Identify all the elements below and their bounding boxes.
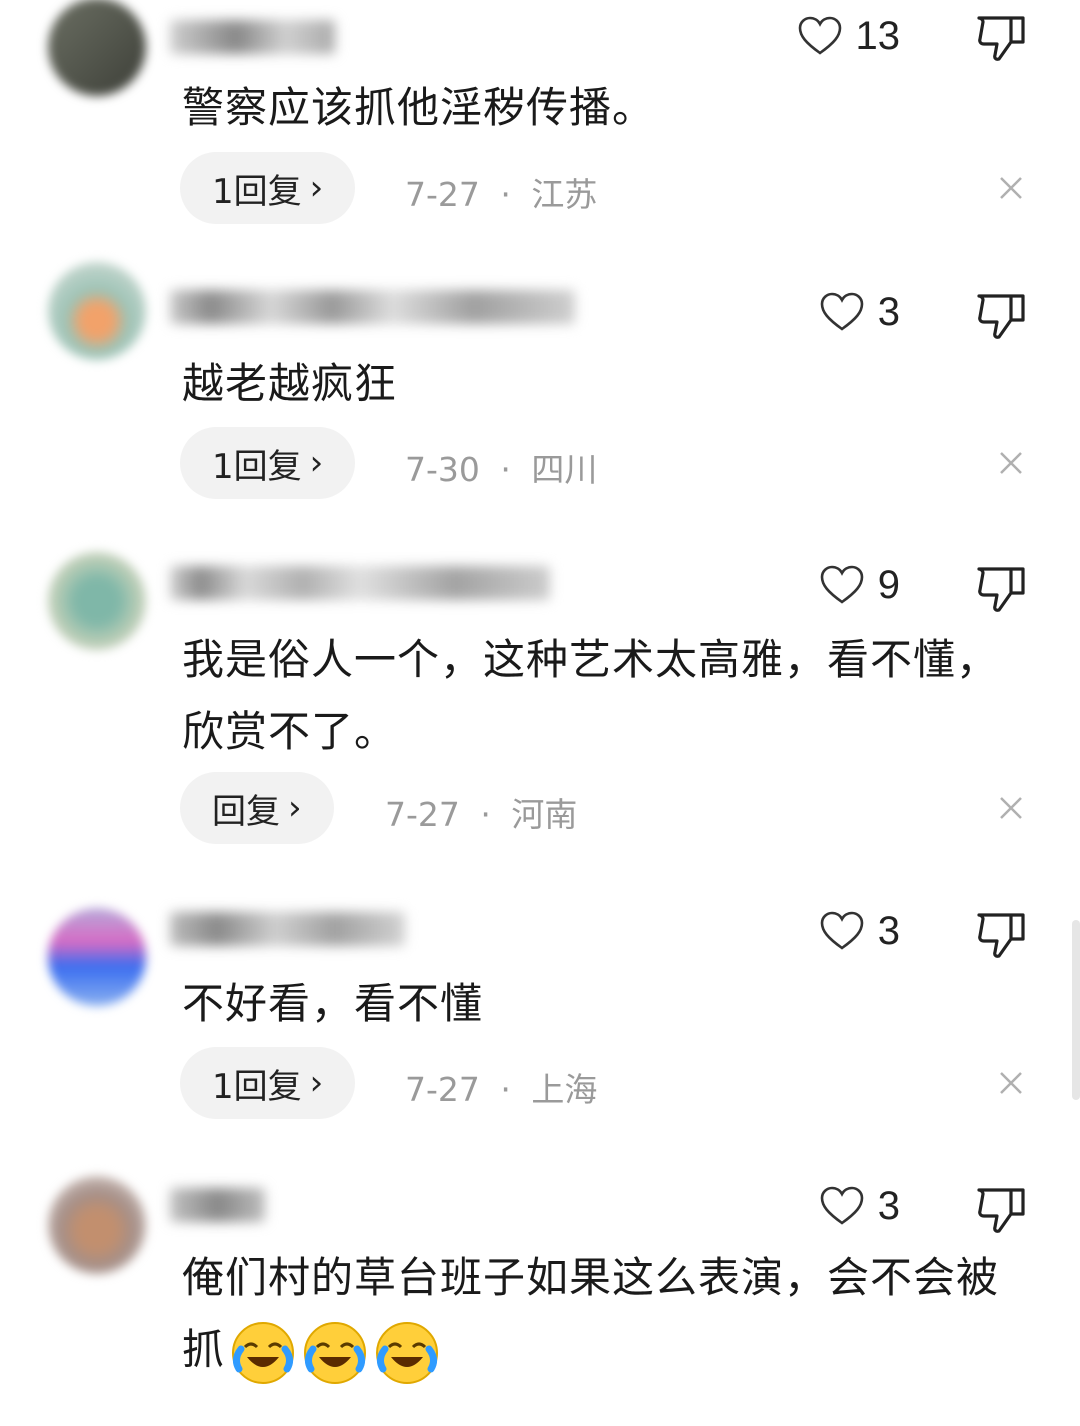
heart-outline-icon [820, 565, 864, 604]
reply-label: 回复 [212, 791, 280, 832]
comment-region: 上海 [531, 1070, 598, 1109]
like-count: 9 [877, 562, 900, 607]
comment-text: 警察应该抓他淫秽传播。 [182, 83, 656, 132]
comment-region: 河南 [511, 795, 578, 834]
username-blurred[interactable] [170, 20, 335, 54]
meta-separator: · [500, 175, 511, 214]
like-count: 13 [855, 13, 901, 58]
comment-meta: 7-30 · 四川 [405, 443, 597, 491]
close-icon[interactable] [996, 173, 1026, 203]
heart-outline-icon [820, 1186, 864, 1225]
reply-button[interactable]: 回复 › [180, 772, 334, 844]
chevron-right-icon: › [309, 443, 324, 483]
avatar[interactable] [48, 908, 146, 1006]
avatar[interactable] [48, 262, 146, 360]
comment-text: 俺们村的草台班子如果这么表演，会不会被抓 [182, 1242, 1022, 1387]
like-button[interactable]: 13 [798, 13, 901, 58]
reply-label: 1回复 [212, 446, 302, 487]
close-icon[interactable] [996, 448, 1026, 478]
meta-separator: · [500, 1070, 511, 1109]
avatar[interactable] [48, 0, 146, 96]
like-button[interactable]: 9 [820, 563, 900, 607]
meta-separator: · [480, 795, 491, 834]
thumbs-down-icon[interactable] [975, 1184, 1027, 1234]
reply-label: 1回复 [212, 171, 302, 212]
chevron-right-icon: › [309, 168, 324, 208]
like-button[interactable]: 3 [820, 909, 900, 953]
comment-date: 7-27 [405, 1070, 480, 1109]
chevron-right-icon: › [288, 788, 302, 828]
reply-button[interactable]: 1回复 › [180, 1047, 356, 1119]
heart-outline-icon [820, 911, 864, 950]
reply-button[interactable]: 1回复 › [180, 427, 356, 499]
crying-laughing-emoji [232, 1321, 295, 1384]
comment-date: 7-30 [405, 450, 480, 489]
username-blurred[interactable] [170, 566, 550, 600]
comment-meta: 7-27 · 江苏 [405, 168, 597, 216]
avatar[interactable] [48, 552, 146, 650]
comment-date: 7-27 [405, 175, 480, 214]
scrollbar[interactable] [1072, 920, 1080, 1100]
like-button[interactable]: 3 [820, 1184, 900, 1228]
comment-text: 越老越疯狂 [182, 359, 398, 408]
like-count: 3 [877, 289, 900, 334]
username-blurred[interactable] [170, 912, 405, 946]
emoji-group [225, 1321, 441, 1384]
thumbs-down-icon[interactable] [975, 290, 1027, 340]
reply-label: 1回复 [212, 1066, 302, 1107]
reply-button[interactable]: 1回复 › [180, 152, 356, 224]
comment-region: 江苏 [531, 175, 598, 214]
like-button[interactable]: 3 [820, 290, 900, 334]
comment-text: 我是俗人一个，这种艺术太高雅，看不懂，欣赏不了。 [182, 635, 1000, 756]
crying-laughing-emoji [376, 1321, 439, 1384]
comment-text: 不好看，看不懂 [182, 979, 484, 1028]
comment-meta: 7-27 · 河南 [385, 788, 577, 836]
like-count: 3 [877, 908, 900, 953]
thumbs-down-icon[interactable] [975, 563, 1027, 613]
meta-separator: · [500, 450, 511, 489]
comment-meta: 7-27 · 上海 [405, 1063, 597, 1111]
heart-outline-icon [820, 292, 864, 331]
like-count: 3 [877, 1183, 900, 1228]
username-blurred[interactable] [170, 290, 575, 324]
close-icon[interactable] [996, 793, 1026, 823]
crying-laughing-emoji [304, 1321, 367, 1384]
avatar[interactable] [48, 1176, 146, 1274]
comment-date: 7-27 [385, 795, 460, 834]
comment-region: 四川 [531, 450, 598, 489]
thumbs-down-icon[interactable] [975, 12, 1027, 62]
heart-outline-icon [798, 16, 841, 55]
close-icon[interactable] [996, 1068, 1026, 1098]
username-blurred[interactable] [170, 1188, 265, 1222]
thumbs-down-icon[interactable] [975, 909, 1027, 959]
chevron-right-icon: › [309, 1063, 324, 1103]
